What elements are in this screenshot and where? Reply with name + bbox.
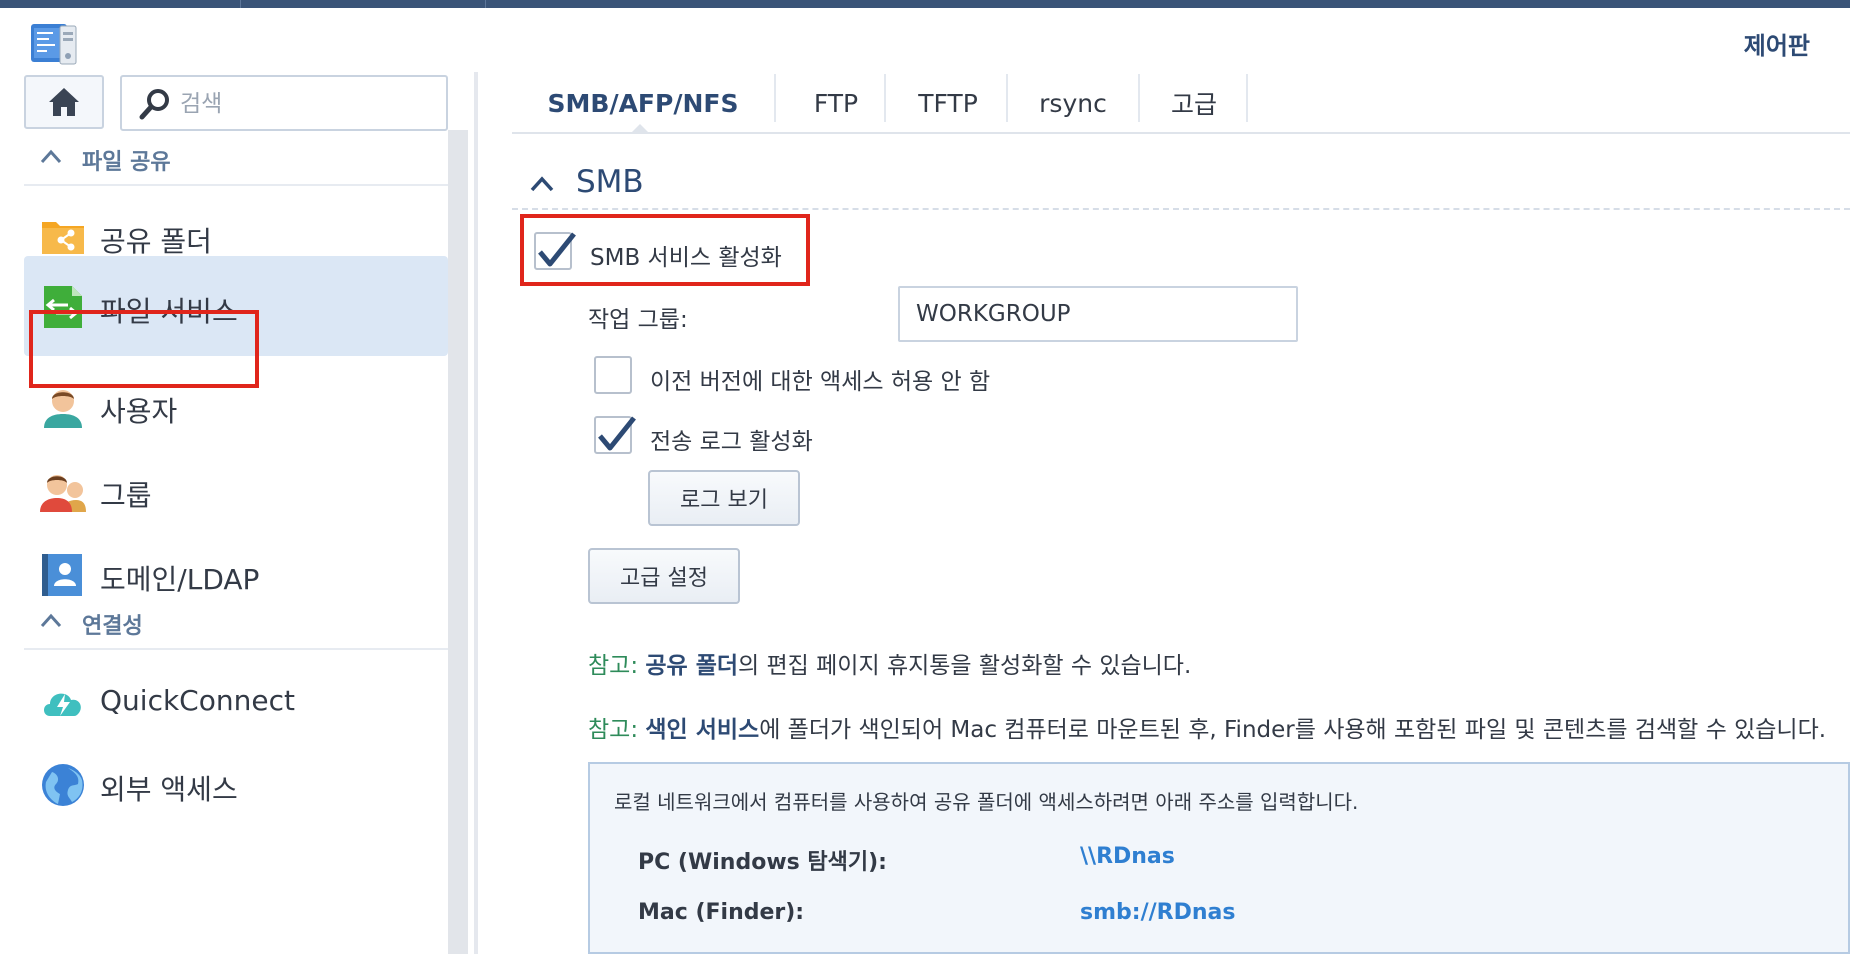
shared-folder-icon — [42, 222, 84, 254]
indexing-service-link[interactable]: 색인 서비스 — [645, 717, 759, 743]
tab-label: 고급 — [1170, 90, 1217, 119]
search-box[interactable] — [120, 75, 448, 131]
tab-rsync[interactable]: rsync — [1008, 72, 1138, 134]
panel-divider — [474, 72, 478, 954]
tab-divider — [1246, 74, 1248, 122]
shared-folder-link[interactable]: 공유 폴더 — [645, 653, 738, 679]
tab-ftp[interactable]: FTP — [776, 72, 896, 134]
sidebar-item-label: QuickConnect — [100, 684, 295, 717]
sidebar-item-label: 외부 액세스 — [100, 773, 238, 806]
note-text: 의 편집 페이지 휴지통을 활성화할 수 있습니다. — [738, 653, 1192, 679]
disallow-previous-versions-label: 이전 버전에 대한 액세스 허용 안 함 — [650, 369, 991, 395]
tab-label: TFTP — [918, 88, 978, 118]
workgroup-input[interactable] — [898, 286, 1298, 342]
sidebar-item-label: 그룹 — [100, 479, 152, 512]
search-icon — [139, 89, 169, 120]
smb-section-title: SMB — [576, 164, 644, 200]
info-key-mac: Mac (Finder): — [638, 900, 805, 925]
search-input[interactable] — [180, 87, 430, 121]
home-button[interactable] — [24, 75, 104, 129]
window-title: 제어판 — [1743, 32, 1810, 60]
active-tab-pointer — [630, 124, 650, 134]
smb-section-header[interactable]: SMB — [512, 160, 1850, 210]
checkmark-icon — [598, 416, 636, 451]
workgroup-label: 작업 그룹: — [588, 307, 688, 333]
transfer-log-checkbox[interactable] — [594, 416, 636, 454]
info-value-mac[interactable]: smb://RDnas — [1080, 900, 1235, 925]
highlight-box-file-services — [29, 310, 259, 388]
transfer-log-label: 전송 로그 활성화 — [650, 429, 813, 455]
user-icon — [44, 390, 82, 428]
section-label: 연결성 — [82, 614, 143, 639]
note-prefix: 참고: — [588, 717, 639, 743]
control-panel-app-icon — [31, 24, 77, 65]
info-value-pc[interactable]: \\RDnas — [1080, 844, 1175, 869]
section-header-connectivity[interactable]: 연결성 — [24, 594, 448, 650]
tab-tftp[interactable]: TFTP — [886, 72, 1010, 134]
chevron-up-icon — [530, 176, 554, 192]
sidebar-item-label: 공유 폴더 — [100, 225, 212, 258]
home-icon — [49, 88, 79, 116]
section-header-file-sharing[interactable]: 파일 공유 — [24, 130, 448, 186]
chevron-up-icon — [40, 613, 62, 628]
title-bar: 제어판 — [0, 8, 1850, 72]
info-key-pc: PC (Windows 탐색기): — [638, 850, 887, 875]
external-access-icon — [42, 764, 84, 806]
access-address-info-box: 로컬 네트워크에서 컴퓨터를 사용하여 공유 폴더에 액세스하려면 아래 주소를… — [588, 762, 1850, 954]
tab-advanced[interactable]: 고급 — [1140, 72, 1248, 134]
info-description: 로컬 네트워크에서 컴퓨터를 사용하여 공유 폴더에 액세스하려면 아래 주소를… — [614, 790, 1359, 814]
note-text: 에 폴더가 색인되어 Mac 컴퓨터로 마운트된 후, Finder를 사용해 … — [759, 717, 1827, 743]
tab-label: rsync — [1039, 88, 1107, 118]
domain-ldap-icon — [42, 554, 82, 596]
highlight-box-enable-smb — [520, 214, 810, 286]
tab-bar: SMB/AFP/NFS FTP TFTP rsync 고급 — [512, 72, 1850, 134]
tab-label: FTP — [813, 88, 859, 118]
group-icon — [40, 475, 86, 512]
note-recycle-bin: 참고: 공유 폴더의 편집 페이지 휴지통을 활성화할 수 있습니다. — [588, 646, 1191, 680]
disallow-previous-versions-checkbox[interactable] — [594, 356, 632, 394]
advanced-settings-button[interactable]: 고급 설정 — [588, 548, 740, 604]
view-log-button[interactable]: 로그 보기 — [648, 470, 800, 526]
section-label: 파일 공유 — [82, 150, 171, 175]
note-prefix: 참고: — [588, 653, 639, 679]
sidebar-item-label: 도메인/LDAP — [100, 563, 260, 596]
window-top-strip — [0, 0, 1850, 8]
chevron-up-icon — [40, 149, 62, 164]
sidebar-scrollbar[interactable] — [448, 130, 468, 954]
tab-label: SMB/AFP/NFS — [547, 88, 739, 118]
view-log-button-label: 로그 보기 — [680, 488, 768, 513]
quickconnect-icon — [44, 693, 81, 716]
sidebar: 파일 공유 공유 폴더 파일 서비스 사용자 — [0, 72, 468, 954]
sidebar-item-external-access[interactable]: 외부 액세스 — [24, 734, 448, 834]
sidebar-item-label: 사용자 — [100, 395, 178, 428]
advanced-settings-button-label: 고급 설정 — [620, 566, 708, 591]
note-index-service: 참고: 색인 서비스에 폴더가 색인되어 Mac 컴퓨터로 마운트된 후, Fi… — [588, 710, 1826, 744]
